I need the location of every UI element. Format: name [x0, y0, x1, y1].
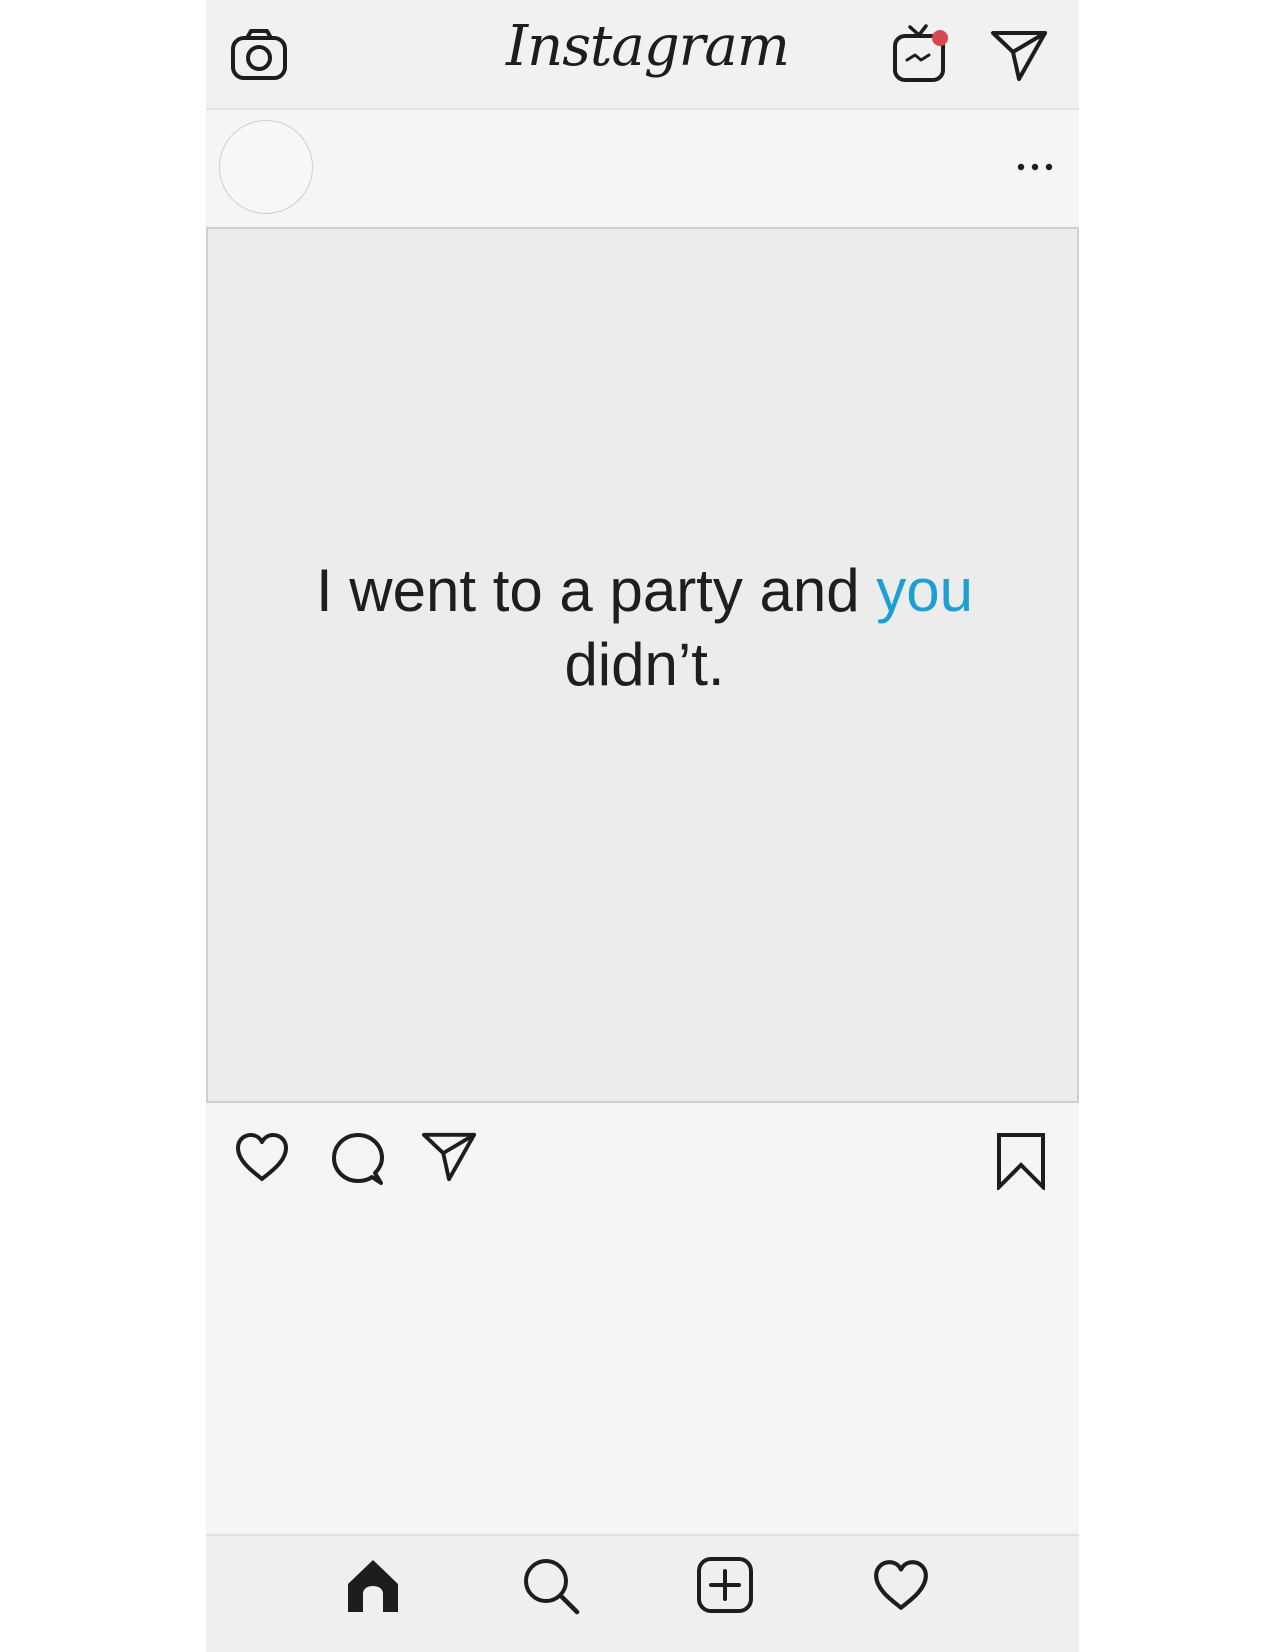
avatar[interactable] — [219, 120, 313, 214]
instagram-logo: Instagram — [506, 14, 790, 79]
bookmark-icon[interactable] — [995, 1132, 1047, 1190]
instagram-phone-frame: Instagram I went to a party and you didn… — [206, 0, 1079, 1652]
direct-message-icon[interactable] — [989, 28, 1049, 84]
post-image[interactable]: I went to a party and you didn’t. — [206, 227, 1079, 1103]
post-caption-text: I went to a party and you didn’t. — [248, 554, 1041, 702]
bottom-navigation — [206, 1534, 1079, 1652]
post-header — [206, 110, 1079, 226]
search-icon[interactable] — [521, 1556, 581, 1616]
add-post-icon[interactable] — [696, 1556, 754, 1614]
caption-accent-word: you — [876, 557, 974, 624]
home-icon[interactable] — [345, 1556, 401, 1614]
share-icon[interactable] — [420, 1130, 478, 1184]
heart-icon[interactable] — [234, 1131, 290, 1183]
caption-part-2: didn’t. — [564, 631, 725, 698]
activity-heart-icon[interactable] — [872, 1558, 930, 1612]
camera-icon[interactable] — [230, 28, 288, 82]
top-bar: Instagram — [206, 0, 1079, 110]
caption-part-1: I went to a party and — [315, 557, 877, 624]
post-actions — [206, 1104, 1079, 1534]
more-options-icon[interactable] — [1015, 157, 1055, 177]
igtv-icon[interactable] — [890, 22, 954, 84]
comment-icon[interactable] — [330, 1131, 386, 1187]
